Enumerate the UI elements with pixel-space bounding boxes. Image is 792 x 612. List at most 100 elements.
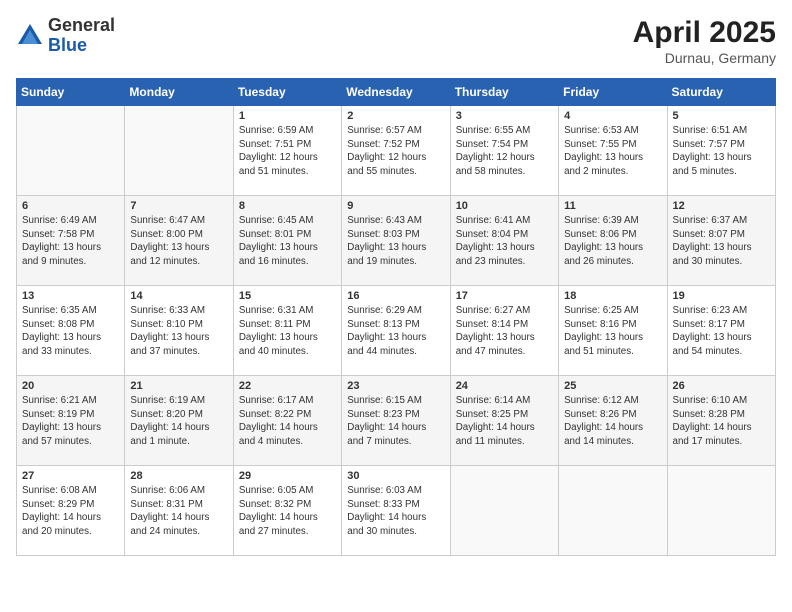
day-info: Sunrise: 6:14 AM Sunset: 8:25 PM Dayligh… xyxy=(456,394,553,449)
day-number: 21 xyxy=(130,380,227,392)
day-info: Sunrise: 6:51 AM Sunset: 7:57 PM Dayligh… xyxy=(673,124,770,179)
calendar-cell xyxy=(17,106,125,196)
day-info: Sunrise: 6:45 AM Sunset: 8:01 PM Dayligh… xyxy=(239,214,336,269)
day-number: 19 xyxy=(673,290,770,302)
day-number: 11 xyxy=(564,200,661,212)
day-info: Sunrise: 6:57 AM Sunset: 7:52 PM Dayligh… xyxy=(347,124,444,179)
title-block: April 2025 Durnau, Germany xyxy=(633,16,776,66)
calendar-cell: 20 Sunrise: 6:21 AM Sunset: 8:19 PM Dayli… xyxy=(17,376,125,466)
day-number: 12 xyxy=(673,200,770,212)
day-info: Sunrise: 6:41 AM Sunset: 8:04 PM Dayligh… xyxy=(456,214,553,269)
calendar-cell: 12 Sunrise: 6:37 AM Sunset: 8:07 PM Dayli… xyxy=(667,196,775,286)
day-number: 9 xyxy=(347,200,444,212)
calendar-week-row: 27Sunrise: 6:08 AM Sunset: 8:29 PM Dayli… xyxy=(17,466,776,556)
day-info: Sunrise: 6:33 AM Sunset: 8:10 PM Dayligh… xyxy=(130,304,227,359)
calendar-cell: 29 Sunrise: 6:05 AM Sunset: 8:32 PM Dayli… xyxy=(233,466,341,556)
calendar-cell: 30Sunrise: 6:03 AM Sunset: 8:33 PM Dayli… xyxy=(342,466,450,556)
month-year: April 2025 xyxy=(633,16,776,50)
day-number: 13 xyxy=(22,290,119,302)
logo-text: General Blue xyxy=(48,16,115,56)
day-number: 5 xyxy=(673,110,770,122)
day-info: Sunrise: 6:37 AM Sunset: 8:07 PM Dayligh… xyxy=(673,214,770,269)
day-info: Sunrise: 6:05 AM Sunset: 8:32 PM Dayligh… xyxy=(239,484,336,539)
calendar-cell: 5 Sunrise: 6:51 AM Sunset: 7:57 PM Daylig… xyxy=(667,106,775,196)
day-header-friday: Friday xyxy=(559,79,667,106)
calendar-cell xyxy=(450,466,558,556)
day-info: Sunrise: 6:47 AM Sunset: 8:00 PM Dayligh… xyxy=(130,214,227,269)
day-info: Sunrise: 6:17 AM Sunset: 8:22 PM Dayligh… xyxy=(239,394,336,449)
day-number: 20 xyxy=(22,380,119,392)
page-header: General Blue April 2025 Durnau, Germany xyxy=(16,16,776,66)
calendar-cell: 16 Sunrise: 6:29 AM Sunset: 8:13 PM Dayli… xyxy=(342,286,450,376)
calendar-cell: 21 Sunrise: 6:19 AM Sunset: 8:20 PM Dayli… xyxy=(125,376,233,466)
logo-blue: Blue xyxy=(48,36,115,56)
day-header-monday: Monday xyxy=(125,79,233,106)
day-header-sunday: Sunday xyxy=(17,79,125,106)
day-number: 1 xyxy=(239,110,336,122)
calendar-cell: 2 Sunrise: 6:57 AM Sunset: 7:52 PM Daylig… xyxy=(342,106,450,196)
day-info: Sunrise: 6:21 AM Sunset: 8:19 PM Dayligh… xyxy=(22,394,119,449)
calendar-cell xyxy=(125,106,233,196)
day-header-tuesday: Tuesday xyxy=(233,79,341,106)
calendar-cell: 14Sunrise: 6:33 AM Sunset: 8:10 PM Dayli… xyxy=(125,286,233,376)
calendar-cell: 24 Sunrise: 6:14 AM Sunset: 8:25 PM Dayli… xyxy=(450,376,558,466)
day-info: Sunrise: 6:23 AM Sunset: 8:17 PM Dayligh… xyxy=(673,304,770,359)
day-header-saturday: Saturday xyxy=(667,79,775,106)
day-number: 16 xyxy=(347,290,444,302)
day-number: 24 xyxy=(456,380,553,392)
calendar-cell: 15Sunrise: 6:31 AM Sunset: 8:11 PM Dayli… xyxy=(233,286,341,376)
day-info: Sunrise: 6:27 AM Sunset: 8:14 PM Dayligh… xyxy=(456,304,553,359)
day-number: 25 xyxy=(564,380,661,392)
calendar-cell: 9 Sunrise: 6:43 AM Sunset: 8:03 PM Daylig… xyxy=(342,196,450,286)
day-info: Sunrise: 6:43 AM Sunset: 8:03 PM Dayligh… xyxy=(347,214,444,269)
day-info: Sunrise: 6:08 AM Sunset: 8:29 PM Dayligh… xyxy=(22,484,119,539)
calendar-cell: 6 Sunrise: 6:49 AM Sunset: 7:58 PM Daylig… xyxy=(17,196,125,286)
day-info: Sunrise: 6:15 AM Sunset: 8:23 PM Dayligh… xyxy=(347,394,444,449)
calendar-cell: 26Sunrise: 6:10 AM Sunset: 8:28 PM Dayli… xyxy=(667,376,775,466)
day-number: 3 xyxy=(456,110,553,122)
calendar-cell: 23 Sunrise: 6:15 AM Sunset: 8:23 PM Dayli… xyxy=(342,376,450,466)
day-info: Sunrise: 6:29 AM Sunset: 8:13 PM Dayligh… xyxy=(347,304,444,359)
calendar-cell: 11 Sunrise: 6:39 AM Sunset: 8:06 PM Dayli… xyxy=(559,196,667,286)
location: Durnau, Germany xyxy=(633,50,776,66)
calendar-cell: 1 Sunrise: 6:59 AM Sunset: 7:51 PM Daylig… xyxy=(233,106,341,196)
day-info: Sunrise: 6:12 AM Sunset: 8:26 PM Dayligh… xyxy=(564,394,661,449)
logo: General Blue xyxy=(16,16,115,56)
day-header-thursday: Thursday xyxy=(450,79,558,106)
calendar-table: SundayMondayTuesdayWednesdayThursdayFrid… xyxy=(16,78,776,556)
calendar-cell: 7 Sunrise: 6:47 AM Sunset: 8:00 PM Daylig… xyxy=(125,196,233,286)
calendar-week-row: 13 Sunrise: 6:35 AM Sunset: 8:08 PM Dayli… xyxy=(17,286,776,376)
day-info: Sunrise: 6:25 AM Sunset: 8:16 PM Dayligh… xyxy=(564,304,661,359)
calendar-header-row: SundayMondayTuesdayWednesdayThursdayFrid… xyxy=(17,79,776,106)
calendar-cell: 22Sunrise: 6:17 AM Sunset: 8:22 PM Dayli… xyxy=(233,376,341,466)
day-number: 8 xyxy=(239,200,336,212)
day-info: Sunrise: 6:53 AM Sunset: 7:55 PM Dayligh… xyxy=(564,124,661,179)
day-info: Sunrise: 6:39 AM Sunset: 8:06 PM Dayligh… xyxy=(564,214,661,269)
calendar-cell: 25 Sunrise: 6:12 AM Sunset: 8:26 PM Dayli… xyxy=(559,376,667,466)
logo-general: General xyxy=(48,16,115,36)
day-number: 18 xyxy=(564,290,661,302)
calendar-cell: 18 Sunrise: 6:25 AM Sunset: 8:16 PM Dayli… xyxy=(559,286,667,376)
day-number: 29 xyxy=(239,470,336,482)
calendar-cell: 4 Sunrise: 6:53 AM Sunset: 7:55 PM Daylig… xyxy=(559,106,667,196)
calendar-cell: 10 Sunrise: 6:41 AM Sunset: 8:04 PM Dayli… xyxy=(450,196,558,286)
calendar-week-row: 6 Sunrise: 6:49 AM Sunset: 7:58 PM Daylig… xyxy=(17,196,776,286)
day-info: Sunrise: 6:19 AM Sunset: 8:20 PM Dayligh… xyxy=(130,394,227,449)
day-number: 23 xyxy=(347,380,444,392)
calendar-cell: 13 Sunrise: 6:35 AM Sunset: 8:08 PM Dayli… xyxy=(17,286,125,376)
day-info: Sunrise: 6:49 AM Sunset: 7:58 PM Dayligh… xyxy=(22,214,119,269)
day-info: Sunrise: 6:35 AM Sunset: 8:08 PM Dayligh… xyxy=(22,304,119,359)
calendar-cell: 28Sunrise: 6:06 AM Sunset: 8:31 PM Dayli… xyxy=(125,466,233,556)
calendar-cell xyxy=(667,466,775,556)
day-number: 10 xyxy=(456,200,553,212)
logo-icon xyxy=(16,22,44,50)
day-info: Sunrise: 6:59 AM Sunset: 7:51 PM Dayligh… xyxy=(239,124,336,179)
day-number: 4 xyxy=(564,110,661,122)
day-number: 2 xyxy=(347,110,444,122)
day-header-wednesday: Wednesday xyxy=(342,79,450,106)
day-number: 17 xyxy=(456,290,553,302)
day-info: Sunrise: 6:03 AM Sunset: 8:33 PM Dayligh… xyxy=(347,484,444,539)
calendar-cell xyxy=(559,466,667,556)
day-number: 6 xyxy=(22,200,119,212)
day-number: 7 xyxy=(130,200,227,212)
